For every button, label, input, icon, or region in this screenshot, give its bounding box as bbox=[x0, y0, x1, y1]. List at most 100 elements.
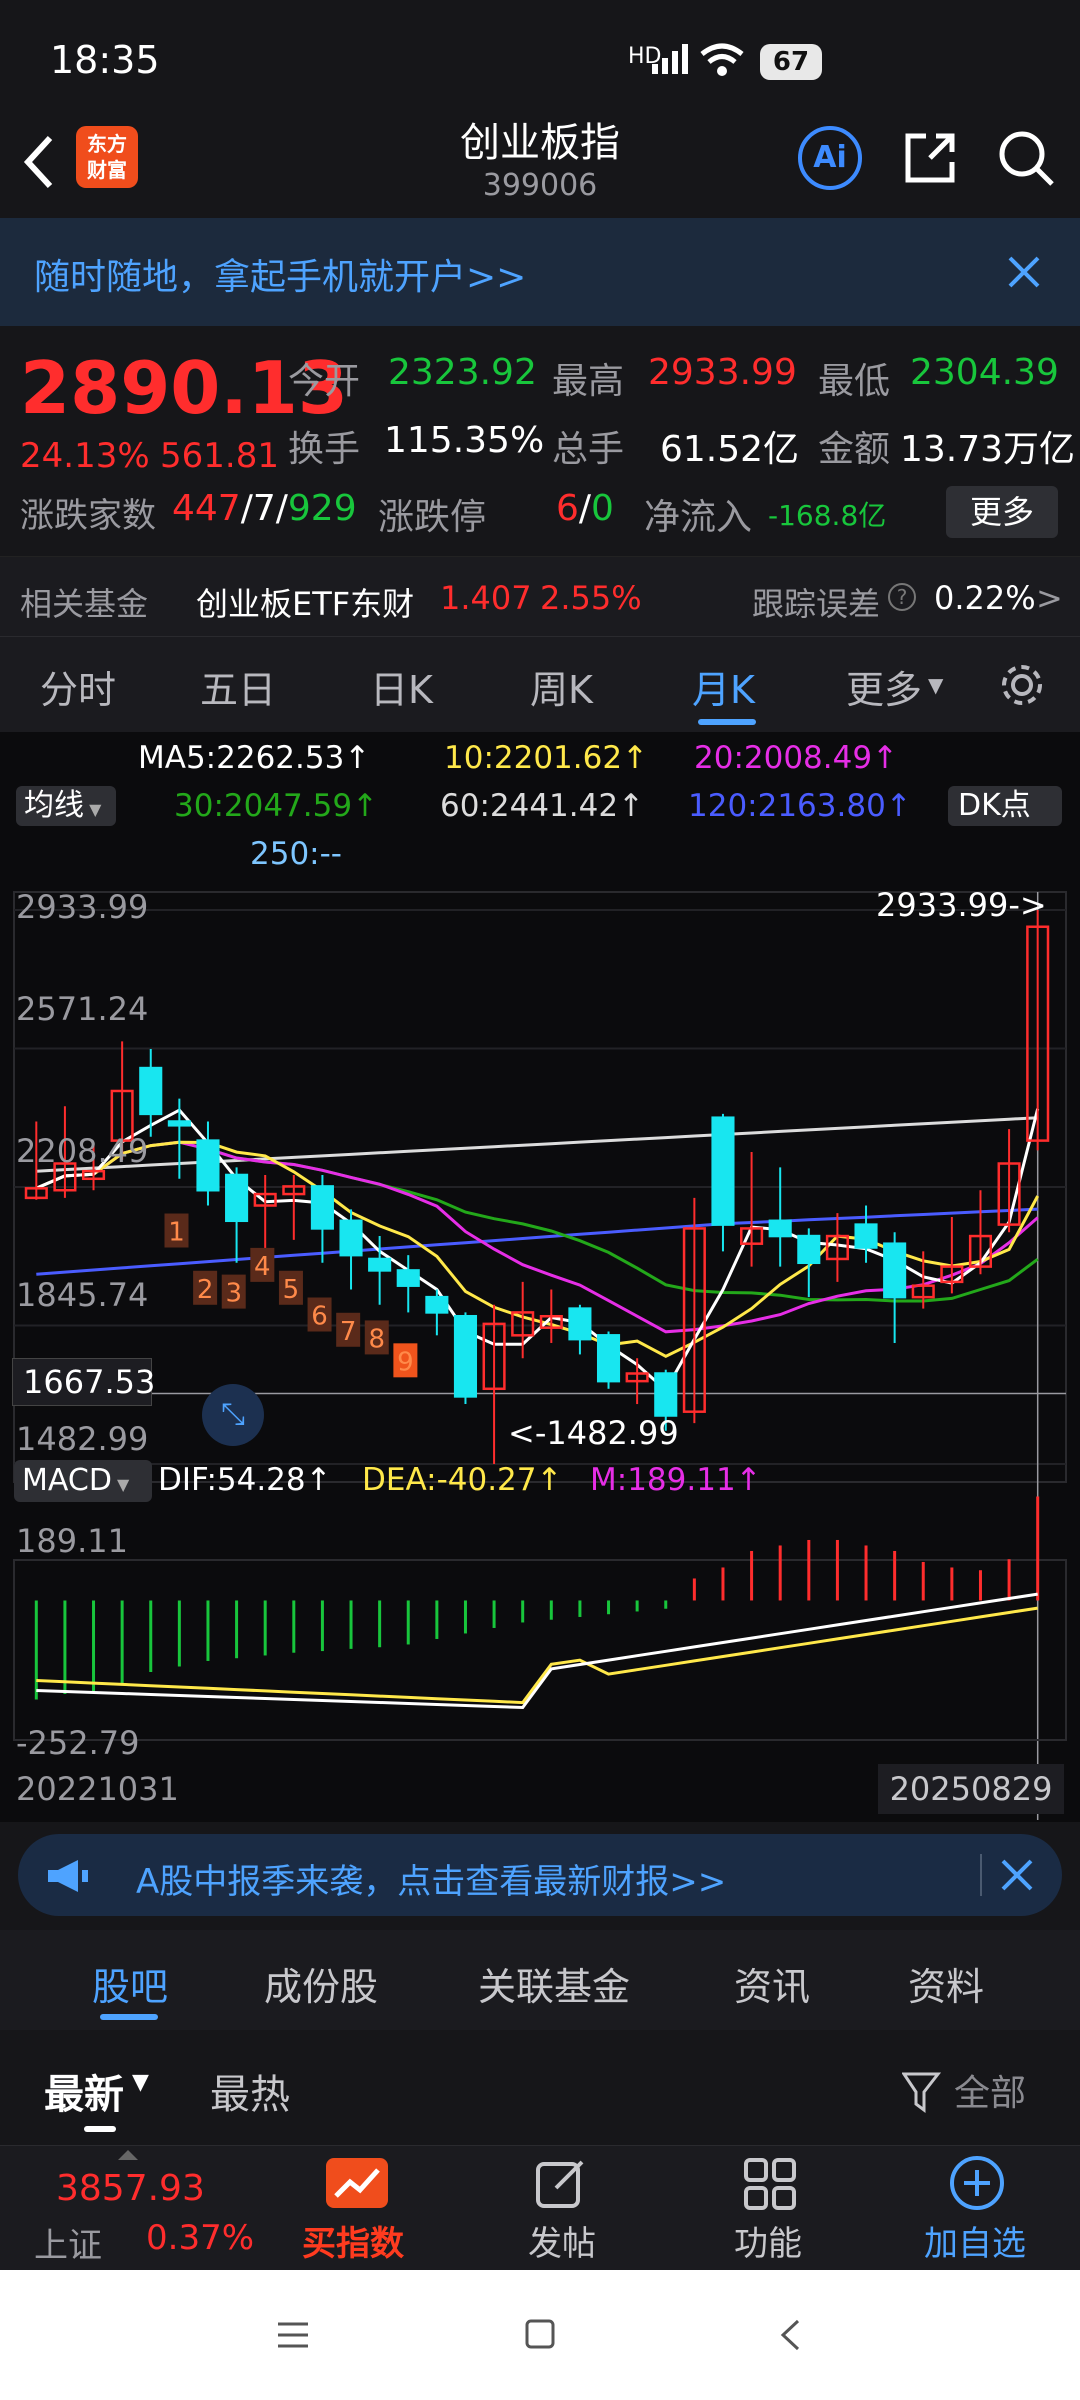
filter-icon[interactable] bbox=[902, 2070, 942, 2114]
ad-close-icon[interactable] bbox=[1000, 1858, 1034, 1892]
candle-body bbox=[883, 1242, 907, 1299]
kline-svg[interactable]: 12 34567 89 bbox=[0, 880, 1080, 1820]
ai-assistant-button[interactable]: Ai bbox=[798, 126, 862, 190]
post-edit-icon[interactable] bbox=[534, 2156, 590, 2212]
post-label[interactable]: 发帖 bbox=[528, 2216, 596, 2265]
app-header: 东方 财富 创业板指 399006 Ai bbox=[0, 110, 1080, 218]
date-start: 20221031 bbox=[16, 1770, 179, 1808]
ma-selector[interactable]: 均线 ▼ bbox=[16, 786, 116, 826]
nine-turn-label: 6 bbox=[311, 1302, 328, 1332]
ma30-legend: 30:2047.59↑ bbox=[174, 788, 379, 824]
tab-constituents[interactable]: 成份股 bbox=[264, 1956, 378, 2011]
crosshair-price-label: 1667.53 bbox=[12, 1358, 155, 1406]
high-value: 2933.99 bbox=[648, 352, 797, 393]
function-label[interactable]: 功能 bbox=[734, 2216, 802, 2265]
macd-m: M:189.11↑ bbox=[590, 1462, 762, 1498]
y-tick-3: 2208.49 bbox=[16, 1132, 149, 1170]
tab-five-day[interactable]: 五日 bbox=[200, 659, 276, 714]
banner-text: 随时随地，拿起手机就开户>> bbox=[34, 257, 527, 298]
inflow-value: -168.8亿 bbox=[768, 499, 887, 532]
earnings-ad-bar[interactable]: A股中报季来袭，点击查看最新财报>> bbox=[18, 1834, 1062, 1916]
status-bar: 18:35 HD 67 bbox=[0, 0, 1080, 110]
ma5-legend: MA5:2262.53↑ bbox=[138, 740, 371, 776]
chevron-right-icon[interactable]: > bbox=[1036, 579, 1063, 617]
candle-body bbox=[368, 1257, 392, 1272]
candle-body bbox=[854, 1223, 878, 1249]
nine-turn-label: 2 bbox=[197, 1275, 214, 1305]
wifi-icon bbox=[700, 43, 744, 76]
buy-index-icon[interactable] bbox=[326, 2158, 388, 2208]
date-end: 20250829 bbox=[878, 1764, 1064, 1814]
track-error-label: 跟踪误差 bbox=[752, 585, 881, 623]
candle-body bbox=[396, 1269, 420, 1287]
candle-body bbox=[196, 1139, 220, 1192]
updown-label: 涨跌家数 bbox=[20, 496, 156, 536]
expand-icon[interactable]: ⤡ bbox=[202, 1384, 264, 1446]
settings-gear-icon[interactable] bbox=[996, 659, 1048, 711]
y-tick-2: 2571.24 bbox=[16, 990, 149, 1028]
help-icon[interactable]: ? bbox=[888, 583, 916, 611]
candle-body bbox=[768, 1219, 792, 1238]
sort-hot[interactable]: 最热 bbox=[210, 2062, 290, 2120]
content-tab-indicator bbox=[100, 2014, 158, 2020]
macd-y-top: 189.11 bbox=[16, 1522, 128, 1560]
open-account-banner[interactable]: 随时随地，拿起手机就开户>> bbox=[0, 218, 1080, 326]
fund-label: 相关基金 bbox=[20, 585, 149, 623]
buy-index-label[interactable]: 买指数 bbox=[302, 2216, 404, 2265]
y-tick-1: 2933.99 bbox=[16, 888, 149, 926]
tab-week-k[interactable]: 周K bbox=[530, 659, 593, 714]
close-icon[interactable] bbox=[1006, 254, 1042, 290]
tab-intraday[interactable]: 分时 bbox=[40, 659, 116, 714]
turnover-value: 115.35% bbox=[384, 420, 545, 461]
add-watchlist-icon[interactable] bbox=[948, 2154, 1006, 2212]
tab-active-indicator bbox=[698, 719, 756, 725]
macd-dif: DIF:54.28↑ bbox=[158, 1462, 332, 1498]
indicator-selector[interactable]: MACD ▼ bbox=[14, 1460, 152, 1502]
tab-day-k[interactable]: 日K bbox=[370, 659, 433, 714]
sh-index-price[interactable]: 3857.93 bbox=[56, 2168, 205, 2209]
menu-icon[interactable] bbox=[276, 2320, 310, 2350]
sh-index-pct[interactable]: 0.37% bbox=[146, 2218, 254, 2258]
candle-body bbox=[310, 1185, 334, 1230]
fund-name[interactable]: 创业板ETF东财 bbox=[196, 579, 414, 625]
related-fund-row[interactable]: 相关基金 创业板ETF东财 1.407 2.55% 跟踪误差 ? 0.22% > bbox=[0, 556, 1080, 636]
more-button[interactable]: 更多 bbox=[946, 486, 1058, 538]
search-icon[interactable] bbox=[996, 128, 1056, 188]
ad-text: A股中报季来袭，点击查看最新财报>> bbox=[136, 1862, 727, 1902]
sort-row: 最新 ▼ 最热 全部 bbox=[0, 2030, 1080, 2145]
ma60-legend: 60:2441.42↑ bbox=[440, 788, 645, 824]
candle-body bbox=[339, 1219, 363, 1257]
sh-index-name[interactable]: 上证 bbox=[34, 2218, 102, 2267]
turnover-label: 换手 bbox=[288, 429, 361, 470]
y-tick-4: 1845.74 bbox=[16, 1276, 149, 1314]
kline-chart-area[interactable]: MA5:2262.53↑ 10:2201.62↑ 20:2008.49↑ 均线 … bbox=[0, 732, 1080, 1822]
tab-guba[interactable]: 股吧 bbox=[92, 1956, 168, 2011]
track-error-value: 0.22% bbox=[934, 579, 1036, 617]
tab-month-k[interactable]: 月K bbox=[692, 659, 755, 714]
macd-dif-line bbox=[36, 1592, 1038, 1710]
ad-divider bbox=[980, 1854, 982, 1896]
ma250-legend: 250:-- bbox=[250, 836, 342, 872]
battery-icon: 67 bbox=[760, 44, 822, 80]
function-grid-icon[interactable] bbox=[742, 2156, 798, 2212]
tab-profile[interactable]: 资料 bbox=[908, 1956, 984, 2011]
tab-more[interactable]: 更多 bbox=[846, 659, 922, 714]
tab-related-funds[interactable]: 关联基金 bbox=[478, 1956, 630, 2011]
megaphone-icon bbox=[48, 1860, 88, 1892]
back-icon[interactable] bbox=[778, 2318, 802, 2352]
candle-body bbox=[139, 1066, 163, 1116]
sort-latest[interactable]: 最新 bbox=[44, 2062, 124, 2120]
share-icon[interactable] bbox=[900, 128, 960, 188]
nine-turn-label: 1 bbox=[168, 1218, 185, 1248]
amount-label: 金额 bbox=[818, 429, 891, 470]
filter-label[interactable]: 全部 bbox=[954, 2064, 1026, 2116]
dk-point-toggle[interactable]: DK点 bbox=[948, 786, 1062, 826]
y-tick-5: 1482.99 bbox=[16, 1420, 149, 1458]
home-icon[interactable] bbox=[524, 2318, 556, 2350]
limit-label: 涨跌停 bbox=[378, 497, 487, 538]
sort-chevron-down-icon[interactable]: ▼ bbox=[132, 2070, 149, 2095]
add-watchlist-label[interactable]: 加自选 bbox=[924, 2216, 1026, 2265]
ma120-legend: 120:2163.80↑ bbox=[688, 788, 912, 824]
macd-dea: DEA:-40.27↑ bbox=[362, 1462, 563, 1498]
tab-news[interactable]: 资讯 bbox=[734, 1956, 810, 2011]
